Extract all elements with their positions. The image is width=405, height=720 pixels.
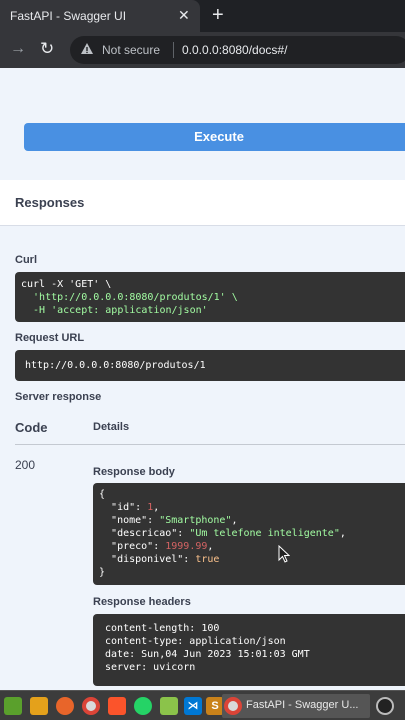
url-text[interactable]: 0.0.0.0:8080/docs#/ [182, 43, 287, 57]
execute-section: Execute [0, 68, 405, 180]
header-line: date: Sun,04 Jun 2023 15:01:03 GMT [99, 649, 310, 660]
taskbar-window-label: FastAPI - Swagger U... [246, 699, 359, 711]
response-headers-label: Response headers [93, 596, 191, 608]
browser-toolbar: → ↻ Not secure 0.0.0.0:8080/docs#/ [0, 32, 405, 68]
status-code: 200 [15, 458, 36, 472]
warning-icon [81, 43, 93, 54]
taskbar-window-fastapi[interactable]: FastAPI - Swagger U... [222, 694, 370, 718]
json-value: 1999.99 [165, 541, 208, 552]
header-line: content-length: 100 [99, 623, 220, 634]
request-url-label: Request URL [15, 332, 85, 344]
code-column-header: Code [15, 420, 48, 435]
os-taskbar: ⋊ S FastAPI - Swagger U... [0, 690, 405, 720]
json-key: "disponivel" [111, 554, 184, 565]
json-brace: } [99, 567, 106, 578]
details-column-header: Details [93, 421, 130, 433]
new-tab-button[interactable]: + [212, 4, 224, 26]
json-value: "Smartphone" [159, 515, 232, 526]
browser-tab-active[interactable]: FastAPI - Swagger UI ✕ [0, 0, 200, 32]
request-url-block[interactable]: http://0.0.0.0:8080/produtos/1 [15, 350, 405, 381]
not-secure-label[interactable]: Not secure [102, 43, 160, 57]
mouse-cursor-icon [278, 545, 290, 563]
files-icon[interactable] [160, 697, 178, 715]
tab-close-icon[interactable]: ✕ [178, 7, 190, 23]
swagger-page: Execute Responses Curl curl -X 'GET' \ '… [0, 68, 405, 690]
responses-title: Responses [15, 195, 85, 210]
obs-icon[interactable] [376, 697, 394, 715]
folder-icon[interactable] [30, 697, 48, 715]
json-key: "preco" [111, 541, 154, 552]
address-bar[interactable]: Not secure 0.0.0.0:8080/docs#/ [70, 36, 405, 64]
whatsapp-icon[interactable] [134, 697, 152, 715]
request-url-text: http://0.0.0.0:8080/produtos/1 [25, 360, 206, 371]
curl-code-block[interactable]: curl -X 'GET' \ 'http://0.0.0.0:8080/pro… [15, 272, 405, 322]
header-line: server: uvicorn [99, 662, 196, 673]
server-response-label: Server response [15, 391, 102, 403]
table-header-divider [15, 444, 405, 445]
response-headers-block[interactable]: content-length: 100 content-type: applic… [93, 614, 405, 686]
vscode-icon[interactable]: ⋊ [184, 697, 202, 715]
chrome-icon [224, 697, 242, 715]
json-value: 1 [147, 502, 154, 513]
reload-icon[interactable]: ↻ [40, 39, 54, 59]
curl-label: Curl [15, 254, 37, 266]
curl-line: 'http://0.0.0.0:8080/produtos/1' \ [21, 292, 238, 303]
browser-tab-bar: FastAPI - Swagger UI ✕ + [0, 0, 405, 32]
execute-button[interactable]: Execute [24, 123, 405, 151]
menu-icon[interactable] [4, 697, 22, 715]
json-value: true [195, 554, 220, 565]
curl-line: -H 'accept: application/json' [21, 305, 208, 316]
address-separator [173, 42, 174, 58]
json-brace: { [99, 489, 106, 500]
json-value: "Um telefone inteligente" [189, 528, 340, 539]
response-body-label: Response body [93, 466, 175, 478]
json-key: "id" [111, 502, 136, 513]
response-body-block[interactable]: { "id": 1, "nome": "Smartphone", "descri… [93, 483, 405, 585]
forward-icon[interactable]: → [10, 40, 26, 58]
tab-title: FastAPI - Swagger UI [10, 9, 127, 23]
firefox-icon[interactable] [56, 697, 74, 715]
responses-header: Responses [0, 180, 405, 226]
header-line: content-type: application/json [99, 636, 286, 647]
json-key: "descricao" [111, 528, 178, 539]
json-key: "nome" [111, 515, 148, 526]
brave-icon[interactable] [108, 697, 126, 715]
curl-line: curl -X 'GET' \ [21, 279, 112, 290]
chrome-icon[interactable] [82, 697, 100, 715]
